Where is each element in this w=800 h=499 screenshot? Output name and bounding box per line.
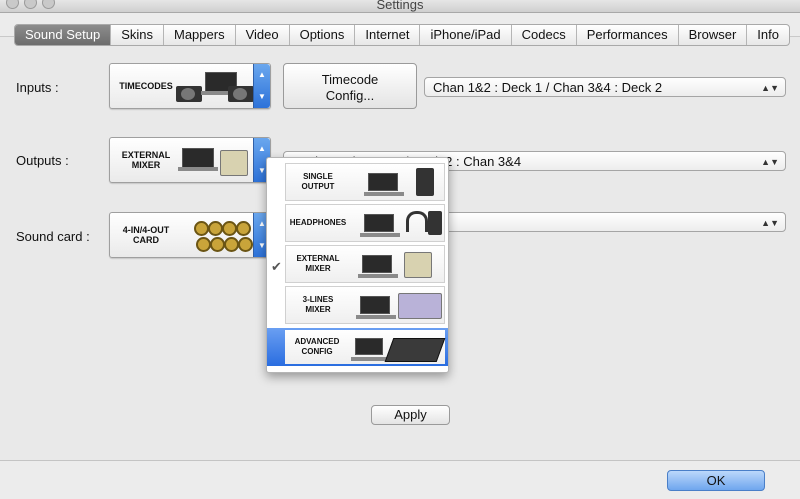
- laptop-icon: [351, 338, 391, 361]
- output-type-popup-menu: SINGLE OUTPUT HEADPHONES ✔ EXTERNAL MIXER …: [266, 157, 449, 373]
- inputs-stepper[interactable]: ▲ ▼: [253, 64, 270, 108]
- outputs-device-selector[interactable]: EXTERNAL MIXER ▲ ▼: [109, 137, 271, 183]
- select-arrows-icon: ▲▼: [761, 218, 779, 228]
- ok-button[interactable]: OK: [667, 470, 765, 491]
- three-lines-mixer-icon: [398, 293, 442, 319]
- laptop-icon: [360, 214, 400, 237]
- menu-item-advanced-config[interactable]: ADVANCED CONFIG: [267, 328, 448, 366]
- tab-video[interactable]: Video: [236, 25, 290, 45]
- speaker-icon: [428, 211, 442, 235]
- tab-options[interactable]: Options: [290, 25, 356, 45]
- tab-performances[interactable]: Performances: [577, 25, 679, 45]
- stepper-up-icon[interactable]: ▲: [254, 64, 270, 86]
- checkmark-icon: ✔: [271, 259, 282, 274]
- soundcard-device-selector[interactable]: 4-IN/4-OUT CARD ▲ ▼: [109, 212, 271, 258]
- menu-item-single-output[interactable]: SINGLE OUTPUT: [285, 163, 445, 201]
- outputs-label: Outputs :: [16, 153, 69, 168]
- mixer-icon: [220, 150, 248, 176]
- tab-browser[interactable]: Browser: [679, 25, 748, 45]
- timecode-config-button[interactable]: Timecode Config...: [283, 63, 417, 109]
- tab-iphone-ipad[interactable]: iPhone/iPad: [420, 25, 512, 45]
- apply-button[interactable]: Apply: [371, 405, 450, 425]
- inputs-routing-select[interactable]: Chan 1&2 : Deck 1 / Chan 3&4 : Deck 2 ▲▼: [424, 77, 786, 97]
- timecode-config-label-line2: Config...: [325, 88, 375, 103]
- tab-sound-setup[interactable]: Sound Setup: [15, 25, 112, 45]
- inputs-device-label: TIMECODES: [119, 81, 173, 91]
- advanced-config-icon: [384, 338, 446, 362]
- outputs-device-label: EXTERNAL MIXER: [121, 150, 171, 170]
- tab-skins[interactable]: Skins: [111, 25, 164, 45]
- mixer-icon: [404, 252, 432, 278]
- inputs-label: Inputs :: [16, 80, 59, 95]
- speaker-icon: [416, 168, 434, 196]
- timecode-config-label-line1: Timecode: [321, 72, 379, 87]
- menu-item-3-lines-mixer[interactable]: 3-LINES MIXER: [285, 286, 445, 324]
- tab-codecs[interactable]: Codecs: [512, 25, 577, 45]
- soundcard-device-label: 4-IN/4-OUT CARD: [122, 225, 170, 245]
- headphones-icon: [406, 211, 428, 232]
- menu-item-external-mixer[interactable]: EXTERNAL MIXER: [285, 245, 445, 283]
- footer-divider: [0, 460, 800, 461]
- tab-bar: Sound Setup Skins Mappers Video Options …: [14, 24, 790, 46]
- tab-mappers[interactable]: Mappers: [164, 25, 236, 45]
- tab-internet[interactable]: Internet: [355, 25, 421, 45]
- laptop-icon: [358, 255, 398, 278]
- stepper-down-icon[interactable]: ▼: [254, 86, 270, 108]
- window-title: Settings: [376, 0, 424, 12]
- select-arrows-icon: ▲▼: [761, 157, 779, 167]
- tab-info[interactable]: Info: [747, 25, 789, 45]
- laptop-icon: [356, 296, 396, 319]
- laptop-icon: [178, 148, 218, 171]
- inputs-device-selector[interactable]: TIMECODES ▲ ▼: [109, 63, 271, 109]
- select-arrows-icon: ▲▼: [761, 83, 779, 93]
- title-bar: Settings: [0, 0, 800, 13]
- turntable-icon: [176, 86, 202, 102]
- turntable-icon: [228, 86, 254, 102]
- inputs-routing-value: Chan 1&2 : Deck 1 / Chan 3&4 : Deck 2: [433, 80, 663, 95]
- soundcard-label: Sound card :: [16, 229, 90, 244]
- menu-item-headphones[interactable]: HEADPHONES: [285, 204, 445, 242]
- laptop-icon: [364, 173, 404, 196]
